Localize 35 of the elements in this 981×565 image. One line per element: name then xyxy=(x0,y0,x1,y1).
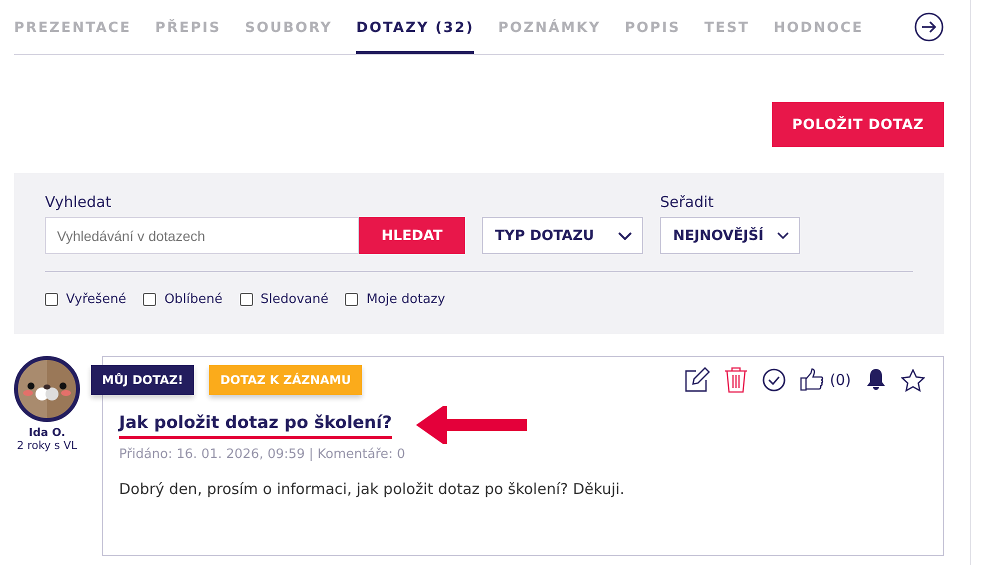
checkbox-label[interactable]: Sledované xyxy=(260,292,328,307)
edit-icon[interactable] xyxy=(684,367,710,393)
question-body: Dobrý den, prosím o informaci, jak položit dotaz po školení? Děkuji. xyxy=(119,480,626,498)
search-label: Vyhledat xyxy=(45,193,112,211)
question-meta: Přidáno: 16. 01. 2026, 09:59 | Komentáře: 0 xyxy=(119,447,406,462)
checkbox-label[interactable]: Vyřešené xyxy=(66,292,126,307)
thumbs-up-icon[interactable] xyxy=(800,368,824,392)
search-field[interactable]: Vyhledávání v dotazech xyxy=(45,217,359,254)
checkbox-label[interactable]: Moje dotazy xyxy=(366,292,446,307)
author-tenure: 2 roky s VL xyxy=(16,439,78,452)
bell-icon[interactable] xyxy=(865,368,887,392)
chevron-down-icon xyxy=(618,232,632,240)
like-count: (0) xyxy=(830,371,851,389)
avatar xyxy=(14,356,80,422)
sort-label: Seřadit xyxy=(660,193,715,211)
checkbox[interactable] xyxy=(240,293,253,306)
check-circle-icon[interactable] xyxy=(762,368,786,392)
author-name: Ida O. xyxy=(28,426,66,439)
ask-question-button[interactable]: POLOŽIT DOTAZ xyxy=(772,102,944,147)
arrow-right-icon xyxy=(914,12,944,42)
checkbox[interactable] xyxy=(143,293,156,306)
question-title[interactable]: Jak položit dotaz po školení? xyxy=(119,413,392,439)
search-button[interactable]: HLEDAT xyxy=(359,217,465,254)
checkbox-label[interactable]: Oblíbené xyxy=(164,292,223,307)
next-button[interactable] xyxy=(914,12,944,42)
star-icon[interactable] xyxy=(901,368,925,392)
checkbox[interactable] xyxy=(345,293,358,306)
trash-icon[interactable] xyxy=(724,367,748,393)
checkbox[interactable] xyxy=(45,293,58,306)
tag: DOTAZ K ZÁZNAMU xyxy=(209,365,362,395)
chevron-down-icon xyxy=(777,232,789,239)
my-question-badge: MŮJ DOTAZ! xyxy=(91,365,194,395)
tab[interactable]: DOTAZY (32) xyxy=(356,0,474,54)
type-dropdown[interactable]: TYP DOTAZU xyxy=(482,217,643,254)
sort-dropdown[interactable]: NEJNOVĚJŠÍ xyxy=(660,217,800,254)
